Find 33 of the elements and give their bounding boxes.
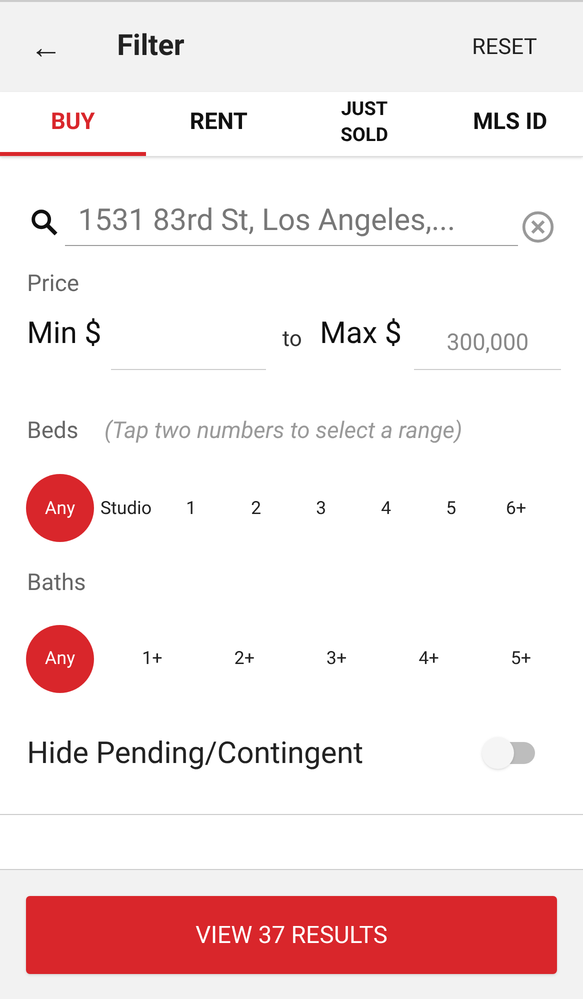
tab[interactable]: JUST SOLD [292, 92, 438, 156]
clear-icon[interactable] [521, 210, 555, 244]
option-chip[interactable]: 1+ [118, 624, 186, 692]
option-chip[interactable]: 2 [223, 474, 289, 542]
option-chip[interactable]: 5+ [486, 624, 555, 692]
option-chip[interactable]: Studio [93, 474, 159, 542]
option-chip[interactable]: Any [26, 474, 94, 542]
option-chip[interactable]: 4 [353, 474, 419, 542]
tab[interactable]: BUY [0, 92, 146, 156]
option-chip[interactable]: 6+ [483, 474, 549, 542]
tab[interactable]: RENT [146, 92, 292, 156]
section-label: Price [26, 269, 80, 299]
hint-text: (Tap two numbers to select a range) [104, 416, 462, 446]
option-chip[interactable]: 3+ [302, 624, 371, 692]
search-field[interactable]: 1531 83rd St, Los Angeles,... [65, 198, 518, 246]
option-chip[interactable]: 3 [288, 474, 354, 542]
to-label: to [282, 326, 302, 354]
min-label: Min $ [27, 314, 102, 352]
option-chip[interactable]: Any [26, 624, 94, 692]
option-chip[interactable]: 4+ [394, 624, 463, 692]
back-button[interactable]: ← [28, 31, 64, 63]
tab[interactable]: MLS ID [437, 92, 583, 156]
section-label: Baths [26, 568, 87, 598]
toggle-label: Hide Pending/Contingent [27, 734, 364, 772]
view-results-button[interactable]: VIEW 37 RESULTS [26, 896, 557, 974]
option-chip[interactable]: 2+ [210, 624, 278, 692]
reset-button[interactable]: RESET [472, 30, 537, 64]
option-chip[interactable]: 1 [158, 474, 224, 542]
option-chip[interactable]: 5 [418, 474, 484, 542]
max-label: Max $ [320, 314, 402, 352]
section-label: Beds [27, 416, 78, 446]
screen-title: Filter [117, 28, 184, 66]
max-price-field[interactable]: 300,000 [414, 320, 561, 370]
